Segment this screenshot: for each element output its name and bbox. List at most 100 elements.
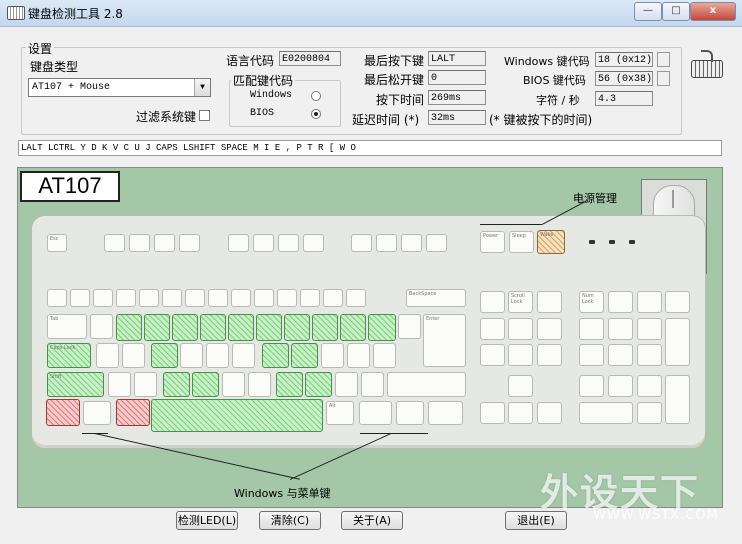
key-d — [151, 343, 178, 368]
key-backslash — [346, 289, 366, 307]
key-right-bracket — [398, 314, 421, 339]
key-e — [144, 314, 170, 341]
key-num-5 — [608, 344, 633, 366]
key-9 — [254, 289, 274, 307]
press-time-label: 按下时间 — [376, 93, 425, 107]
key-num-9 — [637, 318, 662, 340]
key-w — [116, 314, 142, 341]
key-page-down — [537, 344, 562, 366]
key-5 — [162, 289, 182, 307]
key-print-screen — [480, 291, 505, 313]
match-windows-label: Windows — [250, 90, 293, 101]
key-f — [180, 343, 203, 368]
key-3 — [116, 289, 136, 307]
key-f4 — [179, 234, 200, 252]
key-m — [276, 372, 303, 397]
clear-button[interactable]: 清除(C) — [259, 511, 321, 530]
key-u — [256, 314, 282, 341]
about-button[interactable]: 关于(A) — [341, 511, 403, 530]
key-0 — [277, 289, 297, 307]
settings-group-label: 设置 — [26, 40, 55, 57]
key-f10 — [376, 234, 397, 252]
key-space — [151, 399, 323, 432]
bios-key-code-indicator — [657, 71, 670, 86]
window-title: 键盘检测工具 2.8 — [28, 7, 123, 21]
windows-menu-annotation: Windows 与菜单键 — [234, 487, 331, 500]
key-arrow-right — [537, 402, 562, 424]
key-arrow-up — [508, 375, 533, 397]
key-home — [508, 318, 533, 340]
key-caps-lock: Caps Lock — [47, 343, 91, 368]
key-b — [222, 372, 245, 397]
key-delete — [480, 344, 505, 366]
key-right-windows — [359, 401, 392, 425]
key-backspace: BackSpace — [406, 289, 466, 307]
key-f7 — [278, 234, 299, 252]
close-button[interactable]: x — [690, 2, 736, 21]
match-bios-radio[interactable] — [311, 109, 321, 119]
match-bios-label: BIOS — [250, 108, 275, 119]
key-enter: Enter — [423, 314, 466, 367]
key-period — [335, 372, 358, 397]
keyboard-cable-icon — [701, 50, 713, 62]
key-y — [228, 314, 254, 341]
key-page-up — [537, 318, 562, 340]
key-f11 — [401, 234, 422, 252]
key-insert — [480, 318, 505, 340]
key-power: Power — [480, 231, 505, 253]
key-right-shift — [387, 372, 466, 397]
key-q — [90, 314, 113, 339]
delay-time-label: 延迟时间 (*) — [352, 113, 420, 127]
key-right-alt: Alt — [326, 401, 354, 425]
key-num-6 — [637, 344, 662, 366]
key-num-enter — [665, 375, 690, 424]
delay-time-field: 32ms — [428, 110, 486, 125]
bios-key-code-label: BIOS 键代码 — [523, 74, 586, 87]
keyboard-model-label: AT107 — [20, 171, 120, 202]
key-log-field[interactable]: LALT LCTRL Y D K V C U J CAPS LSHIFT SPA… — [18, 140, 722, 156]
key-8 — [231, 289, 251, 307]
chevron-down-icon[interactable]: ▼ — [194, 79, 210, 96]
key-slash — [361, 372, 384, 397]
delay-note: (* 键被按下的时间) — [489, 113, 593, 127]
key-f1 — [104, 234, 125, 252]
key-n — [248, 372, 271, 397]
key-num-lock: Num Lock — [579, 291, 604, 313]
key-left-shift: Shift — [47, 372, 104, 397]
key-tab: Tab — [47, 314, 87, 339]
exit-button[interactable]: 退出(E) — [505, 511, 567, 530]
key-x — [134, 372, 157, 397]
key-f5 — [228, 234, 249, 252]
lang-code-label: 语言代码 — [226, 54, 275, 68]
key-o — [312, 314, 338, 341]
key-1 — [70, 289, 90, 307]
key-num-2 — [608, 375, 633, 397]
filter-system-keys-label: 过滤系统键 — [136, 110, 197, 124]
key-num-plus — [665, 318, 690, 366]
windows-right-underline — [360, 433, 428, 434]
chars-per-second-field: 4.3 — [595, 91, 653, 106]
keyboard-type-select[interactable]: AT107 + Mouse ▼ — [28, 78, 211, 97]
key-g — [206, 343, 229, 368]
detect-led-button[interactable]: 检测LED(L) — [176, 511, 238, 530]
key-6 — [185, 289, 205, 307]
keyboard-type-value: AT107 + Mouse — [32, 82, 111, 93]
key-s — [122, 343, 145, 368]
key-l — [321, 343, 344, 368]
press-time-field: 269ms — [428, 90, 486, 105]
chars-per-second-label: 字符 / 秒 — [536, 94, 580, 107]
key-backtick — [47, 289, 67, 307]
key-arrow-down — [508, 402, 533, 424]
title-bar[interactable]: 键盘检测工具 2.8 — □ x — [0, 0, 742, 27]
restore-button[interactable]: □ — [662, 2, 690, 21]
minimize-button[interactable]: — — [634, 2, 662, 21]
match-windows-radio[interactable] — [311, 91, 321, 101]
key-i — [284, 314, 310, 341]
windows-key-code-label: Windows 键代码 — [504, 55, 590, 68]
filter-system-keys-checkbox[interactable] — [199, 110, 210, 121]
key-r — [172, 314, 198, 341]
key-f9 — [351, 234, 372, 252]
key-j — [262, 343, 289, 368]
lang-code-field: E0200804 — [279, 51, 341, 66]
key-2 — [93, 289, 113, 307]
